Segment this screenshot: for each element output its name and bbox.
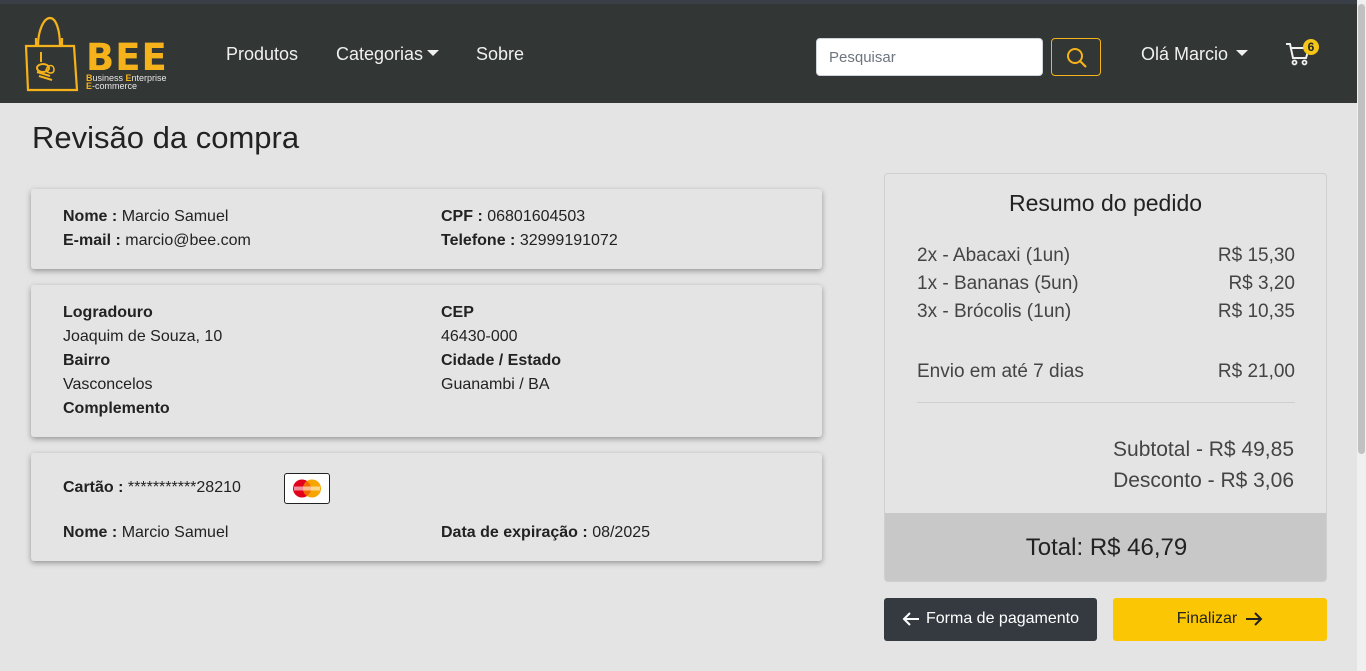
item-name: 1x - Bananas (5un)	[917, 273, 1079, 294]
back-button-label: Forma de pagamento	[926, 610, 1079, 628]
total-bar: Total: R$ 46,79	[885, 513, 1326, 581]
customer-name-row: Nome : Marcio Samuel	[63, 208, 229, 225]
search-input[interactable]	[816, 38, 1043, 76]
navbar: BEE Business Enterprise E-commerce Produ…	[0, 4, 1366, 103]
brand-tagline: Business Enterprise E-commerce	[86, 73, 167, 91]
zip-value: 46430-000	[441, 328, 518, 345]
order-summary: Resumo do pedido 2x - Abacaxi (1un) R$ 1…	[884, 173, 1327, 582]
district-label: Bairro	[63, 352, 111, 369]
caret-down-icon	[1236, 50, 1249, 57]
shipping-price: R$ 21,00	[1217, 361, 1295, 382]
brand-logo[interactable]: BEE Business Enterprise E-commerce	[24, 16, 174, 94]
back-to-payment-button[interactable]: Forma de pagamento	[884, 598, 1097, 641]
card-holder-row: Nome : Marcio Samuel	[63, 524, 229, 541]
zip-label: CEP	[441, 304, 474, 321]
nav-link-produtos[interactable]: Produtos	[226, 44, 298, 65]
item-price: R$ 3,20	[1228, 273, 1295, 294]
finish-button-label: Finalizar	[1176, 610, 1238, 628]
customer-phone-value: 32999191072	[519, 232, 618, 249]
card-holder-value: Marcio Samuel	[121, 524, 229, 541]
item-price: R$ 10,35	[1217, 301, 1295, 322]
card-expiry-row: Data de expiração : 08/2025	[441, 524, 651, 541]
customer-info-card: Nome : Marcio Samuel E-mail : marcio@bee…	[31, 189, 822, 269]
street-value: Joaquim de Souza, 10	[63, 328, 223, 345]
city-label: Cidade / Estado	[441, 352, 562, 369]
nav-link-label: Categorias	[336, 44, 424, 64]
complement-label: Complemento	[63, 400, 170, 417]
order-total: Total: R$ 46,79	[1025, 534, 1188, 561]
shopping-bag-logo-icon	[24, 16, 79, 92]
item-name: 2x - Abacaxi (1un)	[917, 245, 1071, 266]
page-title: Revisão da compra	[32, 120, 300, 155]
payment-card: Cartão : ***********28210 Nome : Marcio …	[31, 453, 822, 561]
finish-order-button[interactable]: Finalizar	[1113, 598, 1327, 641]
summary-divider	[917, 402, 1295, 403]
address-card: Logradouro Joaquim de Souza, 10 Bairro V…	[31, 285, 822, 437]
search-button[interactable]	[1051, 38, 1101, 76]
customer-name-value: Marcio Samuel	[121, 208, 229, 225]
item-name: 3x - Brócolis (1un)	[917, 301, 1072, 322]
street-label: Logradouro	[63, 304, 153, 321]
search-icon	[1067, 48, 1087, 68]
nav-dropdown-categorias[interactable]: Categorias	[336, 44, 440, 65]
scrollbar-thumb[interactable]	[1358, 4, 1365, 454]
city-value: Guanambi / BA	[441, 376, 550, 393]
user-menu-dropdown[interactable]: Olá Marcio	[1141, 44, 1249, 65]
nav-link-sobre[interactable]: Sobre	[476, 44, 524, 65]
arrow-right-icon	[1246, 612, 1263, 627]
mastercard-icon	[284, 473, 330, 504]
customer-cpf-value: 06801604503	[487, 208, 586, 225]
customer-email-row: E-mail : marcio@bee.com	[63, 232, 251, 249]
card-number-value: ***********28210	[127, 479, 241, 496]
discount: Desconto - R$ 3,06	[1113, 469, 1294, 492]
caret-down-icon	[427, 50, 440, 57]
item-price: R$ 15,30	[1217, 245, 1295, 266]
summary-title: Resumo do pedido	[1008, 190, 1203, 216]
customer-phone-row: Telefone : 32999191072	[441, 232, 618, 249]
card-expiry-value: 08/2025	[592, 524, 651, 541]
subtotal: Subtotal - R$ 49,85	[1113, 438, 1294, 461]
arrow-left-icon	[902, 612, 919, 627]
card-number-row: Cartão : ***********28210	[63, 479, 241, 496]
page-scrollbar[interactable]	[1357, 0, 1366, 671]
customer-cpf-row: CPF : 06801604503	[441, 208, 586, 225]
shipping-label: Envio em até 7 dias	[917, 361, 1084, 382]
district-value: Vasconcelos	[63, 376, 153, 393]
customer-email-value: marcio@bee.com	[125, 232, 251, 249]
user-greeting: Olá Marcio	[1141, 44, 1229, 64]
cart-count-badge: 6	[1303, 39, 1319, 55]
